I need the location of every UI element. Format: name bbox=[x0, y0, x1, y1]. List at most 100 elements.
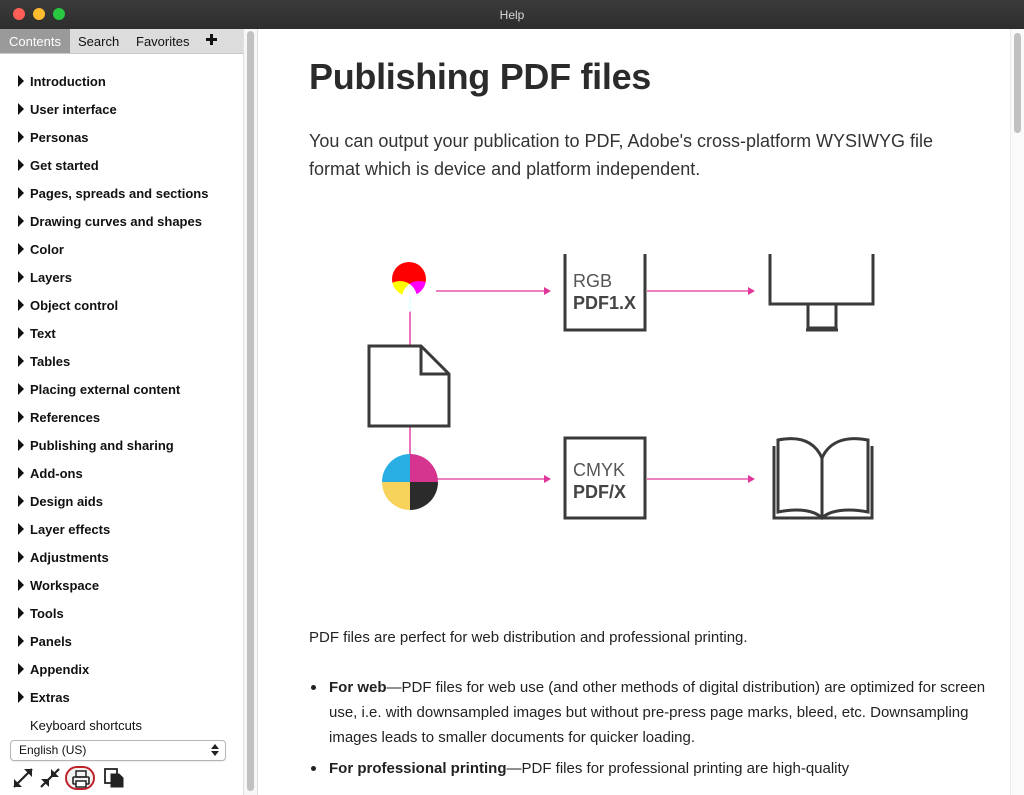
toc-item-text[interactable]: Text bbox=[0, 323, 243, 343]
disclosure-triangle-icon[interactable] bbox=[18, 355, 24, 367]
toc-item-label: References bbox=[30, 410, 101, 425]
toc-item-layer-effects[interactable]: Layer effects bbox=[0, 519, 243, 539]
toc-item-label: Appendix bbox=[30, 662, 90, 677]
disclosure-triangle-icon[interactable] bbox=[18, 495, 24, 507]
disclosure-triangle-icon[interactable] bbox=[18, 103, 24, 115]
disclosure-triangle-icon[interactable] bbox=[18, 159, 24, 171]
expand-icon[interactable] bbox=[11, 766, 35, 790]
disclosure-triangle-icon[interactable] bbox=[18, 467, 24, 479]
toc-item-label: Personas bbox=[30, 130, 89, 145]
disclosure-triangle-icon[interactable] bbox=[18, 579, 24, 591]
toc-item-label: Tables bbox=[30, 354, 71, 369]
tab-favorites[interactable]: Favorites bbox=[136, 29, 189, 53]
toc-item-label: Add-ons bbox=[30, 466, 83, 481]
disclosure-triangle-icon[interactable] bbox=[18, 551, 24, 563]
copy-icon[interactable] bbox=[102, 766, 126, 790]
sidebar-scrollbar[interactable] bbox=[243, 29, 258, 795]
toc-item-keyboard-shortcuts[interactable]: Keyboard shortcuts bbox=[0, 715, 243, 735]
toc-item-label: Extras bbox=[30, 690, 70, 705]
scrollbar-thumb[interactable] bbox=[1014, 33, 1021, 133]
scrollbar-thumb[interactable] bbox=[247, 31, 254, 791]
rgb-label: RGB bbox=[573, 271, 612, 291]
disclosure-triangle-icon[interactable] bbox=[18, 439, 24, 451]
cmyk-label: CMYK bbox=[573, 460, 625, 480]
toc-item-drawing-curves[interactable]: Drawing curves and shapes bbox=[0, 211, 243, 231]
sidebar-tabs: Contents Search Favorites bbox=[0, 29, 243, 54]
bullet-text: —PDF files for web use (and other method… bbox=[329, 679, 986, 746]
toc-item-references[interactable]: References bbox=[0, 407, 243, 427]
print-button[interactable] bbox=[65, 766, 95, 790]
disclosure-triangle-icon[interactable] bbox=[18, 187, 24, 199]
tab-search[interactable]: Search bbox=[78, 29, 119, 53]
toc-item-label: Pages, spreads and sections bbox=[30, 186, 209, 201]
toc-item-label: Color bbox=[30, 242, 64, 257]
disclosure-triangle-icon[interactable] bbox=[18, 75, 24, 87]
content-scrollbar[interactable] bbox=[1010, 29, 1024, 795]
toc-item-extras[interactable]: Extras bbox=[0, 687, 243, 707]
language-select[interactable]: English (US) bbox=[10, 740, 226, 761]
disclosure-triangle-icon[interactable] bbox=[18, 215, 24, 227]
toc-item-label: Layers bbox=[30, 270, 72, 285]
disclosure-triangle-icon[interactable] bbox=[18, 411, 24, 423]
toc-item-layers[interactable]: Layers bbox=[0, 267, 243, 287]
toc-item-label: Keyboard shortcuts bbox=[30, 718, 143, 733]
toc-item-label: Adjustments bbox=[30, 550, 109, 565]
toc-item-publishing[interactable]: Publishing and sharing bbox=[0, 435, 243, 455]
disclosure-triangle-icon[interactable] bbox=[18, 271, 24, 283]
monitor-icon bbox=[768, 254, 875, 332]
list-item: For web—PDF files for web use (and other… bbox=[309, 675, 989, 750]
disclosure-triangle-icon[interactable] bbox=[18, 383, 24, 395]
toc-item-label: Workspace bbox=[30, 578, 100, 593]
collapse-icon[interactable] bbox=[38, 766, 62, 790]
bullet-list: For web—PDF files for web use (and other… bbox=[309, 675, 989, 787]
toc-item-color[interactable]: Color bbox=[0, 239, 243, 259]
toc-item-add-ons[interactable]: Add-ons bbox=[0, 463, 243, 483]
language-value: English (US) bbox=[19, 743, 87, 757]
disclosure-triangle-icon[interactable] bbox=[18, 663, 24, 675]
pdf1x-label: PDF1.X bbox=[573, 293, 636, 313]
toc-item-user-interface[interactable]: User interface bbox=[0, 99, 243, 119]
toc-item-label: Tools bbox=[30, 606, 64, 621]
toc-item-get-started[interactable]: Get started bbox=[0, 155, 243, 175]
toc-item-object-control[interactable]: Object control bbox=[0, 295, 243, 315]
toc-item-label: Panels bbox=[30, 634, 72, 649]
toc-item-label: Layer effects bbox=[30, 522, 111, 537]
intro-paragraph: You can output your publication to PDF, … bbox=[309, 131, 934, 179]
disclosure-triangle-icon[interactable] bbox=[18, 327, 24, 339]
toc-item-label: Drawing curves and shapes bbox=[30, 214, 202, 229]
bullet-heading: For professional printing bbox=[329, 760, 507, 777]
toc-item-label: Text bbox=[30, 326, 56, 341]
disclosure-triangle-icon[interactable] bbox=[18, 607, 24, 619]
toc-item-adjustments[interactable]: Adjustments bbox=[0, 547, 243, 567]
toc-item-label: Design aids bbox=[30, 494, 103, 509]
rgb-circles-icon bbox=[383, 262, 436, 315]
toc-item-placing-external[interactable]: Placing external content bbox=[0, 379, 243, 399]
toc-item-label: Placing external content bbox=[30, 382, 181, 397]
toc-item-workspace[interactable]: Workspace bbox=[0, 575, 243, 595]
toc-item-pages-spreads[interactable]: Pages, spreads and sections bbox=[0, 183, 243, 203]
toc-item-appendix[interactable]: Appendix bbox=[0, 659, 243, 679]
toc-item-tables[interactable]: Tables bbox=[0, 351, 243, 371]
pdfx-label: PDF/X bbox=[573, 482, 626, 502]
disclosure-triangle-icon[interactable] bbox=[18, 243, 24, 255]
toc-item-panels[interactable]: Panels bbox=[0, 631, 243, 651]
toc-item-personas[interactable]: Personas bbox=[0, 127, 243, 147]
disclosure-triangle-icon[interactable] bbox=[18, 299, 24, 311]
tab-contents[interactable]: Contents bbox=[0, 29, 70, 53]
disclosure-triangle-icon[interactable] bbox=[18, 691, 24, 703]
document-icon bbox=[367, 344, 451, 428]
toc-item-design-aids[interactable]: Design aids bbox=[0, 491, 243, 511]
page-title: Publishing PDF files bbox=[309, 56, 652, 97]
title-bar: Help bbox=[0, 0, 1024, 30]
window-title: Help bbox=[499, 8, 525, 22]
disclosure-triangle-icon[interactable] bbox=[18, 635, 24, 647]
disclosure-triangle-icon[interactable] bbox=[18, 523, 24, 535]
pdf-output-diagram: RGB PDF1.X CMYK PDF/X bbox=[367, 254, 875, 521]
toc-item-tools[interactable]: Tools bbox=[0, 603, 243, 623]
print-icon bbox=[72, 770, 90, 788]
help-content: Publishing PDF files You can output your… bbox=[258, 29, 1010, 795]
chevron-updown-icon bbox=[211, 744, 219, 756]
disclosure-triangle-icon[interactable] bbox=[18, 131, 24, 143]
toc-item-introduction[interactable]: Introduction bbox=[0, 71, 243, 91]
add-tab-icon[interactable] bbox=[204, 29, 220, 51]
